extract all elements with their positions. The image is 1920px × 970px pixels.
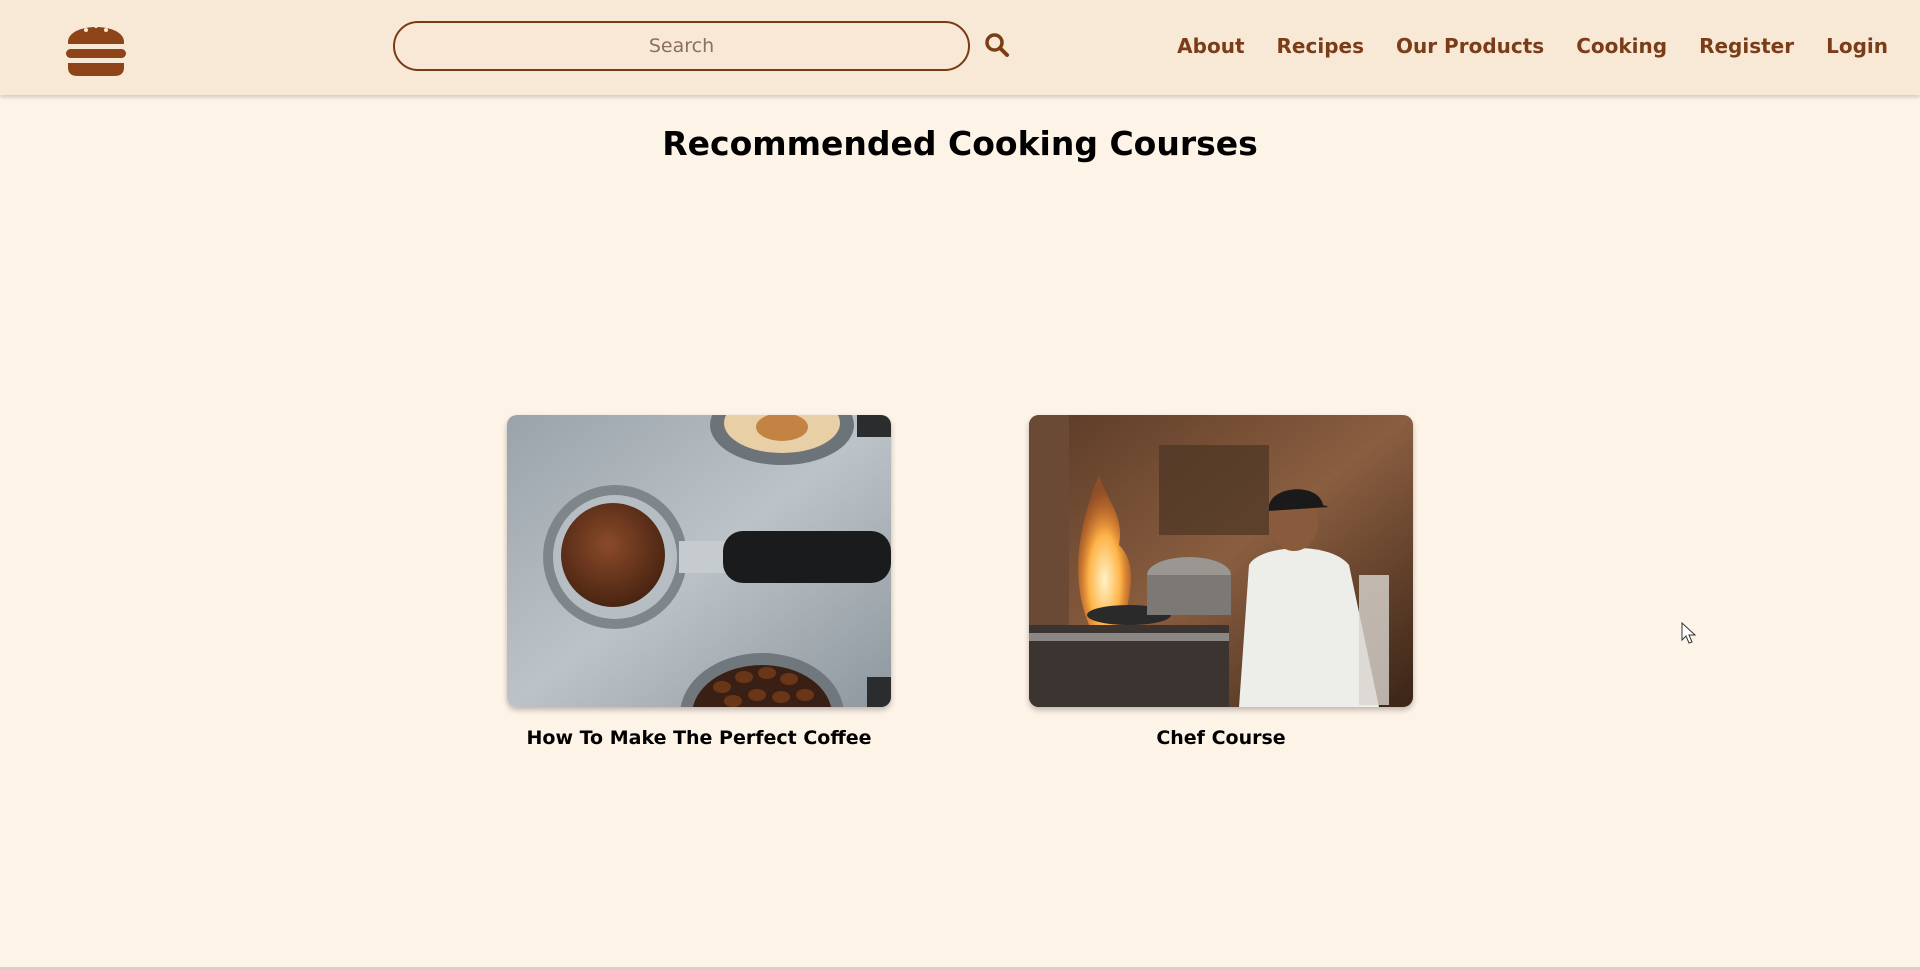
burger-icon (66, 24, 126, 76)
nav-our-products[interactable]: Our Products (1396, 34, 1544, 58)
page-title: Recommended Cooking Courses (662, 124, 1258, 163)
search-form (393, 21, 1009, 71)
mouse-cursor-icon (1681, 622, 1697, 644)
coffee-course-image[interactable] (507, 415, 891, 707)
search-input[interactable] (393, 21, 970, 71)
nav-login[interactable]: Login (1826, 34, 1888, 58)
nav-links: About Recipes Our Products Cooking Regis… (1177, 34, 1888, 58)
search-button[interactable] (982, 31, 1012, 61)
nav-recipes[interactable]: Recipes (1277, 34, 1364, 58)
chef-course-image[interactable] (1029, 415, 1413, 707)
nav-about[interactable]: About (1177, 34, 1244, 58)
navbar: About Recipes Our Products Cooking Regis… (0, 0, 1920, 95)
course-card-chef[interactable]: Chef Course (1029, 415, 1413, 749)
course-title[interactable]: How To Make The Perfect Coffee (507, 727, 891, 749)
course-title[interactable]: Chef Course (1029, 727, 1413, 749)
course-card-coffee[interactable]: How To Make The Perfect Coffee (507, 415, 891, 749)
nav-cooking[interactable]: Cooking (1576, 34, 1667, 58)
logo-link[interactable] (66, 18, 126, 76)
nav-register[interactable]: Register (1699, 34, 1794, 58)
search-icon (985, 32, 1009, 57)
